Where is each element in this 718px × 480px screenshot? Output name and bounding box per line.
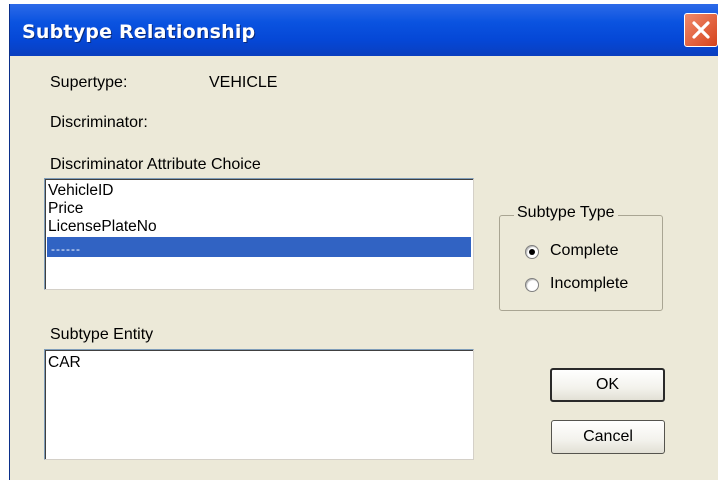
ok-button[interactable]: OK: [550, 368, 665, 402]
title-bar[interactable]: Subtype Relationship: [10, 4, 718, 56]
close-button[interactable]: [684, 13, 718, 47]
attribute-choice-label: Discriminator Attribute Choice: [50, 156, 261, 173]
cancel-button[interactable]: Cancel: [551, 420, 665, 454]
radio-complete[interactable]: [525, 245, 539, 259]
supertype-label: Supertype:: [50, 74, 128, 91]
window-title: Subtype Relationship: [22, 21, 256, 43]
subtype-entity-list[interactable]: CAR: [44, 349, 474, 460]
subtype-type-legend: Subtype Type: [514, 204, 618, 222]
subtype-type-group: Subtype Type Complete Incomplete: [499, 204, 663, 311]
list-item[interactable]: CAR: [48, 354, 81, 372]
discriminator-label: Discriminator:: [50, 114, 148, 131]
subtype-entity-label: Subtype Entity: [50, 326, 154, 343]
radio-selected-icon: [529, 249, 535, 255]
supertype-value: VEHICLE: [209, 74, 278, 91]
attribute-choice-list[interactable]: VehicleID Price LicensePlateNo ------: [44, 178, 474, 290]
selected-list-item[interactable]: ------: [47, 237, 471, 257]
close-icon: [692, 21, 710, 39]
selected-list-item-label: ------: [51, 242, 81, 256]
list-item[interactable]: Price: [48, 200, 83, 218]
radio-complete-label[interactable]: Complete: [550, 242, 618, 260]
radio-incomplete[interactable]: [525, 278, 539, 292]
radio-incomplete-label[interactable]: Incomplete: [550, 275, 628, 293]
list-item[interactable]: LicensePlateNo: [48, 218, 157, 236]
subtype-relationship-dialog: Subtype Relationship Supertype: VEHICLE …: [9, 4, 718, 480]
list-item[interactable]: VehicleID: [48, 182, 113, 200]
